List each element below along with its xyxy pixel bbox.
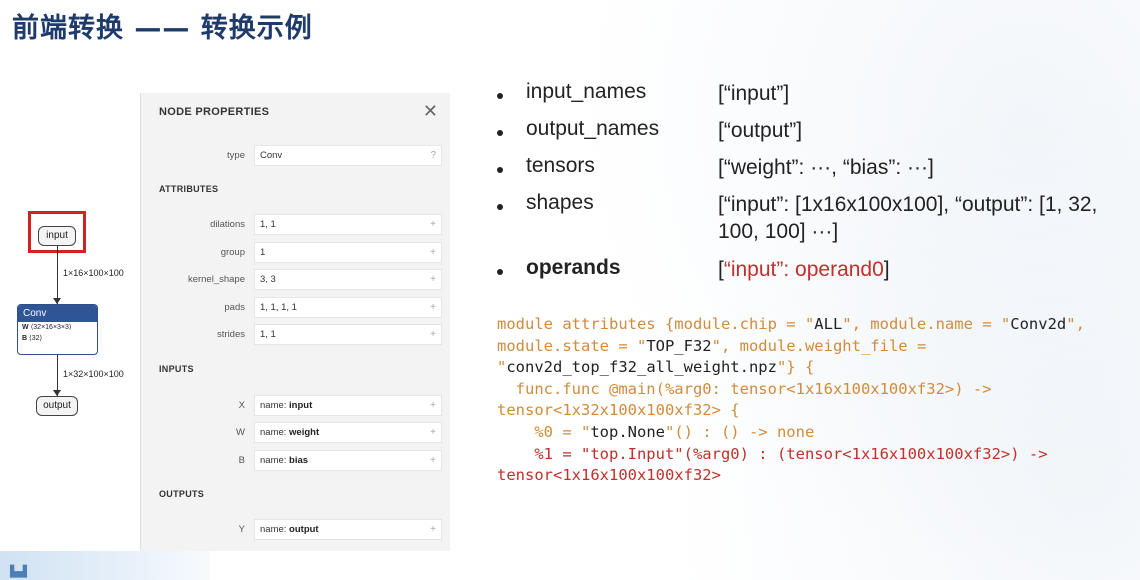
field-value: [“output”]	[718, 119, 803, 142]
section-inputs: INPUTS	[159, 364, 194, 374]
input-label: X	[238, 400, 245, 411]
field-key: input_names	[526, 80, 647, 103]
bullet-icon	[497, 167, 503, 173]
attribute-label: kernel_shape	[187, 274, 245, 285]
section-attributes: ATTRIBUTES	[159, 184, 219, 194]
section-outputs: OUTPUTS	[159, 489, 205, 499]
conv-node-weight: W ⟨32×16×3×3⟩	[22, 324, 72, 331]
attribute-value[interactable]: 1, 1 +	[254, 324, 442, 345]
bullet-icon	[497, 130, 503, 136]
expand-icon[interactable]: +	[430, 423, 436, 442]
expand-icon[interactable]: +	[430, 215, 436, 234]
bullet-icon	[497, 204, 503, 210]
conv-node-bias: B ⟨32⟩	[22, 335, 43, 342]
property-label: type	[227, 150, 245, 161]
expand-icon[interactable]: +	[430, 396, 436, 415]
attribute-value[interactable]: 1, 1 +	[254, 214, 442, 235]
attribute-label: group	[220, 247, 245, 258]
attribute-label: strides	[217, 329, 245, 340]
graph-edge-input-conv	[57, 246, 58, 304]
panel-title: NODE PROPERTIES	[159, 106, 270, 118]
model-viewer-screenshot: input 1×16×100×100 Conv W ⟨32×16×3×3⟩ B …	[0, 93, 450, 551]
input-row: B name: bias +	[141, 450, 451, 472]
field-value: [“weight”: ···, “bias”: ···]	[718, 156, 934, 179]
property-row-type: type Conv?	[141, 145, 451, 167]
attribute-label: dilations	[210, 219, 245, 230]
field-value: [“input”: operand0]	[718, 258, 890, 281]
graph-canvas[interactable]: input 1×16×100×100 Conv W ⟨32×16×3×3⟩ B …	[0, 93, 140, 551]
graph-node-output[interactable]: output	[36, 396, 78, 416]
input-value[interactable]: name: weight +	[254, 422, 442, 443]
input-value[interactable]: name: input +	[254, 395, 442, 416]
close-icon[interactable]: ✕	[423, 101, 438, 122]
attribute-row: group 1 +	[141, 242, 451, 264]
footer-logo-icon: ▙▟	[10, 565, 27, 578]
field-value: [“input”]	[718, 82, 790, 105]
expand-icon[interactable]: +	[430, 243, 436, 262]
attribute-value[interactable]: 3, 3 +	[254, 269, 442, 290]
attribute-row: dilations 1, 1 +	[141, 214, 451, 236]
input-value[interactable]: name: bias +	[254, 450, 442, 471]
attribute-value[interactable]: 1, 1, 1, 1 +	[254, 297, 442, 318]
field-key: output_names	[526, 117, 660, 140]
output-row: Y name: output +	[141, 519, 451, 541]
edge-label-input-shape: 1×16×100×100	[63, 268, 124, 278]
help-icon[interactable]: ?	[430, 146, 436, 165]
bullet-icon	[497, 269, 503, 275]
output-value[interactable]: name: output +	[254, 519, 442, 540]
field-key: shapes	[526, 191, 594, 214]
input-row: W name: weight +	[141, 422, 451, 444]
edge-label-output-shape: 1×32×100×100	[63, 369, 124, 379]
attribute-label: pads	[224, 302, 245, 313]
expand-icon[interactable]: +	[430, 520, 436, 539]
footer-strip	[0, 550, 210, 580]
conv-node-title: Conv	[18, 305, 97, 322]
bullet-icon	[497, 93, 503, 99]
graph-node-conv[interactable]: Conv W ⟨32×16×3×3⟩ B ⟨32⟩	[17, 304, 98, 355]
node-properties-panel: NODE PROPERTIES ✕ type Conv? ATTRIBUTES …	[140, 93, 450, 551]
expand-icon[interactable]: +	[430, 298, 436, 317]
graph-node-input[interactable]: input	[38, 226, 76, 246]
field-value: [“input”: [1x16x100x100], “output”: [1, …	[718, 193, 1098, 243]
attribute-value[interactable]: 1 +	[254, 242, 442, 263]
attribute-row: pads 1, 1, 1, 1 +	[141, 297, 451, 319]
input-row: X name: input +	[141, 395, 451, 417]
expand-icon[interactable]: +	[430, 270, 436, 289]
property-value-type[interactable]: Conv?	[254, 145, 442, 166]
field-key: tensors	[526, 154, 595, 177]
output-label: Y	[238, 524, 245, 535]
input-label: B	[238, 455, 245, 466]
expand-icon[interactable]: +	[430, 451, 436, 470]
field-key: operands	[526, 256, 621, 279]
attribute-row: kernel_shape 3, 3 +	[141, 269, 451, 291]
mlir-code-block: module attributes {module.chip = "ALL", …	[497, 315, 1085, 485]
attribute-row: strides 1, 1 +	[141, 324, 451, 346]
input-label: W	[236, 427, 245, 438]
expand-icon[interactable]: +	[430, 325, 436, 344]
page-title: 前端转换 —— 转换示例	[12, 13, 313, 44]
